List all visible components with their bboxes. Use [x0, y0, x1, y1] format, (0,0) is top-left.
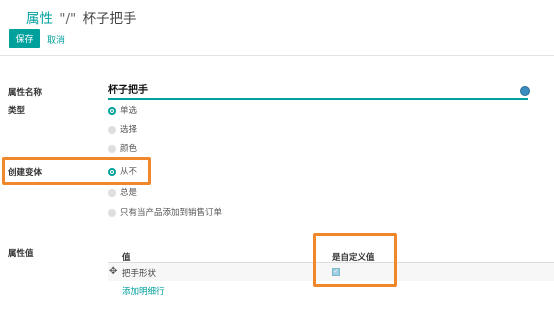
- breadcrumb-current: 杯子把手: [82, 11, 137, 27]
- variant-option-label: 从不: [120, 167, 138, 177]
- globe-icon[interactable]: [520, 86, 530, 96]
- variant-option-label: 只有当产品添加到销售订单: [120, 208, 223, 218]
- breadcrumb-separator: "/": [59, 11, 77, 27]
- cancel-button[interactable]: 取消: [47, 33, 65, 46]
- type-label: 类型: [8, 106, 26, 116]
- value-cell[interactable]: 把手形状: [122, 267, 156, 279]
- save-button[interactable]: 保存: [9, 29, 40, 48]
- variant-radio-never[interactable]: [108, 168, 116, 176]
- add-line-link[interactable]: 添加明细行: [122, 285, 165, 297]
- type-radio-select[interactable]: [108, 126, 116, 134]
- highlight-is-custom: [313, 233, 397, 287]
- type-option-label: 单选: [120, 106, 138, 116]
- page-title: 属性 "/" 杯子把手: [26, 7, 137, 27]
- type-option-label: 颜色: [120, 144, 138, 154]
- drag-handle-icon[interactable]: ✥: [109, 267, 117, 277]
- attribute-name-input[interactable]: 杯子把手: [108, 84, 528, 100]
- name-label: 属性名称: [8, 88, 43, 98]
- variant-radio-on-order[interactable]: [108, 209, 116, 217]
- type-radio-color[interactable]: [108, 145, 116, 153]
- type-radio-single[interactable]: [108, 107, 116, 115]
- create-variant-label: 创建变体: [8, 168, 43, 178]
- breadcrumb-parent[interactable]: 属性: [26, 11, 53, 27]
- header-divider: [0, 55, 554, 56]
- values-label: 属性值: [8, 249, 34, 259]
- type-option-label: 选择: [120, 125, 138, 135]
- variant-radio-always[interactable]: [108, 189, 116, 197]
- variant-option-label: 总是: [120, 188, 138, 198]
